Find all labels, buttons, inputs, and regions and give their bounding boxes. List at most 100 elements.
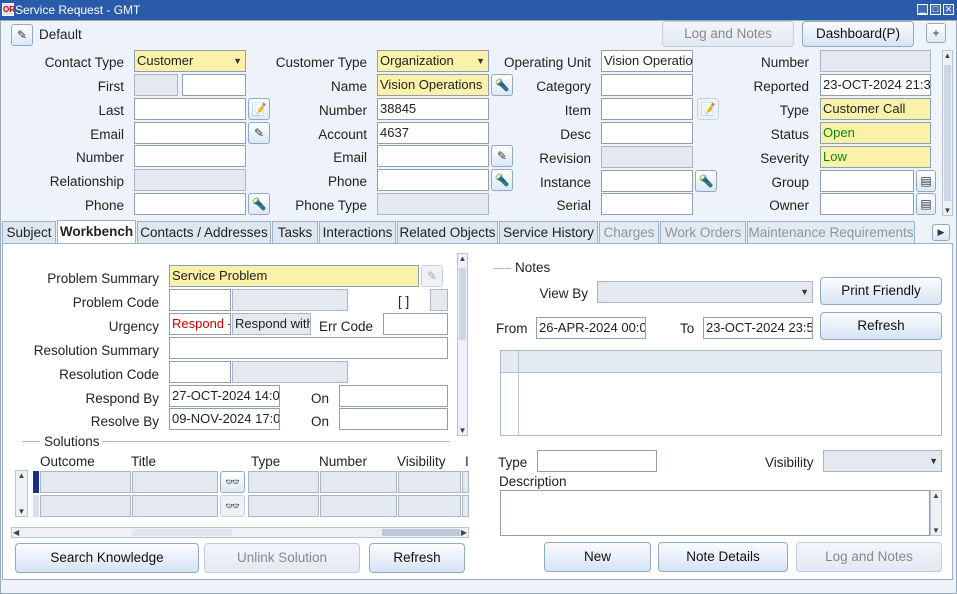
scroll-left-icon[interactable]: ◀ xyxy=(13,528,19,537)
folder-edit-icon[interactable]: ✎ xyxy=(11,24,33,46)
tab-scroll-right-icon[interactable]: ▶ xyxy=(932,224,950,241)
close-icon[interactable]: ✕ xyxy=(943,4,954,15)
to-date-field[interactable]: 23-OCT-2024 23:5 xyxy=(703,317,813,339)
solution-number-cell[interactable] xyxy=(320,471,397,493)
contact-email-edit-icon[interactable]: ✎ xyxy=(248,122,270,144)
tab-work-orders[interactable]: Work Orders xyxy=(660,221,746,243)
err-code-field[interactable] xyxy=(383,313,448,335)
request-number-field[interactable] xyxy=(820,50,931,72)
problem-summary-edit-icon[interactable]: ✎ xyxy=(421,265,443,287)
glasses-icon[interactable]: 👓 xyxy=(220,471,245,493)
flex-field-brackets[interactable]: [ ] xyxy=(398,294,409,309)
contact-phone-icon[interactable]: 🔦 xyxy=(248,193,270,215)
customer-type-select[interactable]: Organization ▼ xyxy=(377,50,489,72)
dashboard-button[interactable]: Dashboard(P) xyxy=(802,21,914,47)
tab-charges[interactable]: Charges xyxy=(599,221,659,243)
solution-type-cell[interactable] xyxy=(248,495,319,517)
group-field[interactable] xyxy=(820,170,914,192)
glasses-icon[interactable]: 👓 xyxy=(220,495,245,517)
item-field[interactable] xyxy=(601,98,693,120)
contact-first-field[interactable] xyxy=(182,74,246,96)
customer-name-field[interactable]: Vision Operations xyxy=(377,74,489,96)
scroll-down-icon[interactable]: ▼ xyxy=(931,526,941,535)
new-note-button[interactable]: New xyxy=(544,542,651,572)
resolve-by-field[interactable]: 09-NOV-2024 17:0 xyxy=(169,408,280,430)
solutions-scrollbar[interactable]: ▲ ▼ xyxy=(15,470,28,517)
solution-title-cell[interactable] xyxy=(132,471,218,493)
scroll-right-icon[interactable]: ▶ xyxy=(461,528,467,537)
serial-field[interactable] xyxy=(601,193,693,215)
solution-visibility-cell[interactable] xyxy=(398,495,461,517)
operating-unit-field[interactable]: Vision Operatio xyxy=(601,50,693,72)
scroll-up-icon[interactable]: ▲ xyxy=(943,51,952,60)
scroll-up-icon[interactable]: ▲ xyxy=(16,471,27,480)
unlink-solution-button[interactable]: Unlink Solution xyxy=(204,543,360,573)
category-field[interactable] xyxy=(601,74,693,96)
solution-more-cell[interactable] xyxy=(462,471,469,493)
contact-relationship-field[interactable] xyxy=(134,169,246,191)
log-and-notes-top-button[interactable]: Log and Notes xyxy=(662,21,794,47)
problem-code-field[interactable] xyxy=(169,289,231,311)
notes-grid[interactable] xyxy=(500,350,942,436)
hscroll-thumb[interactable] xyxy=(132,529,232,536)
customer-phone-field[interactable] xyxy=(377,169,489,191)
tab-related-objects[interactable]: Related Objects xyxy=(397,221,498,243)
group-lov-icon[interactable]: ▤ xyxy=(916,170,936,192)
resolution-summary-field[interactable] xyxy=(169,337,448,359)
flex-field-box[interactable] xyxy=(430,289,448,311)
respond-on-field[interactable] xyxy=(339,385,448,407)
tab-service-history[interactable]: Service History xyxy=(499,221,598,243)
maximize-icon[interactable]: □ xyxy=(930,4,941,15)
solution-more-cell[interactable] xyxy=(462,495,469,517)
customer-number-field[interactable]: 38845 xyxy=(377,98,489,120)
solution-number-cell[interactable] xyxy=(320,495,397,517)
scroll-up-icon[interactable]: ▲ xyxy=(458,254,467,263)
contact-note-icon[interactable]: 📝 xyxy=(248,98,270,120)
scroll-thumb[interactable] xyxy=(944,65,951,201)
problem-summary-field[interactable]: Service Problem xyxy=(169,265,419,287)
item-note-icon[interactable]: 📝 xyxy=(697,98,719,120)
note-details-button[interactable]: Note Details xyxy=(658,542,788,572)
instance-flashlight-icon[interactable]: 🔦 xyxy=(695,170,717,192)
scroll-down-icon[interactable]: ▼ xyxy=(943,206,952,215)
contact-phone-field[interactable] xyxy=(134,193,246,215)
header-scrollbar[interactable]: ▲ ▼ xyxy=(942,50,953,216)
solutions-hscrollbar[interactable]: ◀ ▶ xyxy=(11,527,469,538)
solutions-refresh-button[interactable]: Refresh xyxy=(369,543,465,573)
tab-subject[interactable]: Subject xyxy=(2,221,56,243)
contact-last-field[interactable] xyxy=(134,98,246,120)
respond-by-field[interactable]: 27-OCT-2024 14:0 xyxy=(169,385,280,407)
solution-outcome-cell[interactable] xyxy=(40,495,131,517)
customer-phone-type-field[interactable] xyxy=(377,193,489,215)
view-by-select[interactable]: ▼ xyxy=(597,281,813,303)
severity-field[interactable]: Low xyxy=(820,146,931,168)
instance-field[interactable] xyxy=(601,170,693,192)
tab-tasks[interactable]: Tasks xyxy=(272,221,318,243)
search-knowledge-button[interactable]: Search Knowledge xyxy=(15,543,199,573)
reported-field[interactable]: 23-OCT-2024 21:3 xyxy=(820,74,931,96)
scroll-up-icon[interactable]: ▲ xyxy=(931,491,941,500)
print-friendly-button[interactable]: Print Friendly xyxy=(820,277,942,305)
desc-field[interactable] xyxy=(601,122,693,144)
scroll-down-icon[interactable]: ▼ xyxy=(458,426,467,435)
solution-outcome-cell[interactable] xyxy=(40,471,131,493)
contact-first-prefix-field[interactable] xyxy=(134,74,178,96)
tab-contacts-addresses[interactable]: Contacts / Addresses xyxy=(137,221,271,243)
solution-title-cell[interactable] xyxy=(132,495,218,517)
request-type-field[interactable]: Customer Call xyxy=(820,98,931,120)
contact-email-field[interactable] xyxy=(134,122,246,144)
owner-field[interactable] xyxy=(820,193,914,215)
from-date-field[interactable]: 26-APR-2024 00:0 xyxy=(536,317,646,339)
tab-maintenance-requirements[interactable]: Maintenance Requirements xyxy=(747,221,915,243)
urgency-field[interactable]: Respond - xyxy=(169,313,231,335)
revision-field[interactable] xyxy=(601,146,693,168)
contact-number-field[interactable] xyxy=(134,145,246,167)
scroll-down-icon[interactable]: ▼ xyxy=(16,507,27,516)
tab-workbench[interactable]: Workbench xyxy=(57,220,136,243)
scroll-thumb[interactable] xyxy=(459,268,466,340)
solution-visibility-cell[interactable] xyxy=(398,471,461,493)
resolve-on-field[interactable] xyxy=(339,408,448,430)
owner-lov-icon[interactable]: ▤ xyxy=(916,193,936,215)
description-textarea[interactable] xyxy=(500,490,930,536)
note-visibility-select[interactable]: ▼ xyxy=(823,450,942,472)
